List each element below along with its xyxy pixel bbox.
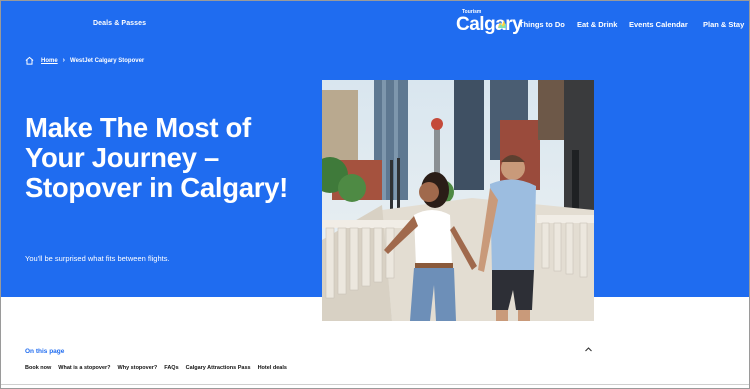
deals-and-passes-link[interactable]: Deals & Passes (93, 20, 146, 27)
link-hotel-deals[interactable]: Hotel deals (258, 365, 287, 371)
hero-subtitle: You'll be surprised what fits between fl… (25, 254, 170, 263)
link-why-stopover[interactable]: Why stopover? (118, 365, 158, 371)
link-faqs[interactable]: FAQs (164, 365, 178, 371)
breadcrumb-current: WestJet Calgary Stopover (70, 57, 145, 64)
breadcrumb-home-link[interactable]: Home (41, 58, 58, 64)
on-this-page-heading: On this page (25, 348, 65, 355)
nav-things-to-do[interactable]: Things to Do (519, 20, 565, 29)
link-calgary-attractions-pass[interactable]: Calgary Attractions Pass (186, 365, 251, 371)
logo-mark-icon (498, 20, 506, 28)
logo-calgary-text: Calgary (456, 14, 523, 35)
breadcrumb: Home › WestJet Calgary Stopover (25, 56, 144, 65)
chevron-up-icon[interactable] (584, 346, 593, 353)
hero-photo-couple-walking (322, 80, 594, 321)
nav-eat-and-drink[interactable]: Eat & Drink (577, 20, 617, 29)
page-frame: Deals & Passes Tourism Calgary Things to… (0, 0, 750, 389)
nav-plan-and-stay[interactable]: Plan & Stay (703, 20, 744, 29)
home-icon[interactable] (25, 56, 34, 65)
nav-events-calendar[interactable]: Events Calendar (629, 20, 688, 29)
on-this-page-links: Book now What is a stopover? Why stopove… (25, 365, 294, 371)
top-navigation: Deals & Passes Tourism Calgary Things to… (1, 1, 749, 49)
link-what-is-a-stopover[interactable]: What is a stopover? (58, 365, 110, 371)
breadcrumb-separator: › (62, 57, 66, 64)
divider (1, 384, 749, 385)
page-title: Make The Most of Your Journey – Stopover… (25, 112, 288, 203)
link-book-now[interactable]: Book now (25, 365, 51, 371)
